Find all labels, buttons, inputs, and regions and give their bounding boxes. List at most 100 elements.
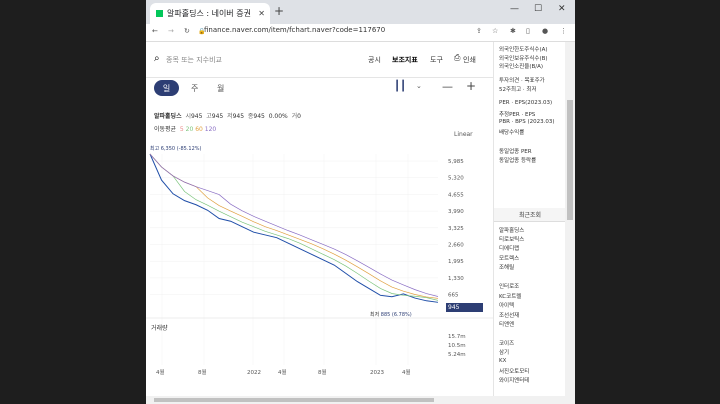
stock-name: 알파홀딩스 bbox=[154, 113, 182, 120]
ma-20: 20 bbox=[185, 126, 194, 133]
info-row: 투자의견 · 목표주가 bbox=[499, 78, 545, 84]
y-tick-label: 4,655 bbox=[448, 192, 464, 198]
price-chart[interactable]: 5,985 5,320 4,655 3,990 3,325 2,660 1,995 1,330… bbox=[146, 150, 493, 400]
address-bar: ← → ↻ 🔒 finance.naver.com/item/fchart.na… bbox=[146, 24, 575, 42]
ma-line bbox=[149, 153, 439, 301]
recent-item[interactable]: 아이텍 bbox=[499, 301, 514, 309]
info-row: 추정PER · EPS bbox=[499, 112, 536, 118]
ma-line bbox=[149, 153, 439, 297]
volume-value: 0 bbox=[297, 113, 301, 120]
recent-header: 최근조회 bbox=[494, 208, 565, 222]
horizontal-scrollbar-thumb[interactable] bbox=[154, 398, 434, 402]
forward-icon[interactable]: → bbox=[168, 27, 174, 35]
tools-button[interactable]: 도구 bbox=[430, 55, 443, 65]
ma-5: 5 bbox=[179, 126, 184, 133]
x-tick-label: 4월 bbox=[402, 368, 411, 376]
ma-legend: 이동평균 5 20 60 120 bbox=[154, 124, 216, 133]
recent-item[interactable]: 조선선재 bbox=[499, 311, 519, 319]
volume-tick-label: 5.24m bbox=[448, 352, 466, 358]
extensions-icon[interactable]: ✱ bbox=[510, 27, 516, 35]
recent-item[interactable]: 티로보틱스 bbox=[499, 235, 524, 243]
info-row: 외국인보유주식수(B) bbox=[499, 56, 548, 62]
open-value: 945 bbox=[190, 113, 203, 120]
period-day-tab[interactable]: 일 bbox=[154, 80, 179, 96]
info-row: 배당수익률 bbox=[499, 130, 525, 136]
naver-favicon-icon bbox=[156, 10, 163, 17]
scale-select[interactable]: Linear bbox=[454, 131, 473, 138]
recent-item[interactable]: 인터로조 bbox=[499, 282, 519, 290]
info-row: 52주최고 · 최저 bbox=[499, 87, 537, 93]
y-tick-label: 2,660 bbox=[448, 243, 464, 249]
print-icon[interactable]: ⎙ bbox=[454, 53, 460, 63]
share-icon[interactable]: ⇪ bbox=[476, 27, 482, 35]
info-row: PBR · BPS (2023.03) bbox=[499, 119, 555, 125]
close-tab-icon[interactable]: ✕ bbox=[258, 9, 265, 18]
minimize-button[interactable]: — bbox=[510, 4, 519, 14]
low-annotation-label: 최저 bbox=[370, 312, 380, 318]
menu-icon[interactable]: ⋮ bbox=[560, 27, 567, 35]
tab-naver-finance[interactable]: 알파홀딩스 : 네이버 증권 ✕ bbox=[150, 3, 270, 24]
x-tick-label: 2023 bbox=[370, 370, 384, 376]
search-input[interactable]: 종목 또는 지수비교 bbox=[166, 55, 222, 65]
x-tick-label: 8월 bbox=[318, 368, 327, 376]
low-value: 945 bbox=[232, 113, 245, 120]
back-icon[interactable]: ← bbox=[152, 27, 158, 35]
x-tick-label: 8월 bbox=[198, 368, 207, 376]
recent-item[interactable]: 티앤엔 bbox=[499, 320, 514, 328]
info-row: 외국인한도주식수(A) bbox=[499, 47, 548, 53]
volume-title: 거래량 bbox=[151, 325, 168, 332]
price-badge: 945 bbox=[446, 303, 483, 312]
y-tick-label: 3,990 bbox=[448, 209, 464, 215]
zoom-out-button[interactable]: — bbox=[442, 80, 453, 93]
y-tick-label: 1,995 bbox=[448, 259, 464, 265]
low-annotation-value: 885 (6.78%) bbox=[380, 312, 412, 318]
recent-item[interactable]: 모트렉스 bbox=[499, 254, 519, 262]
y-tick-label: 1,330 bbox=[448, 276, 464, 282]
search-icon[interactable]: ⌕ bbox=[154, 53, 160, 64]
x-tick-label: 4월 bbox=[156, 368, 165, 376]
url-field[interactable]: finance.naver.com/item/fchart.naver?code… bbox=[204, 26, 385, 34]
stock-info-row: 알파홀딩스 시945 고945 저945 종945 0.00% 거0 bbox=[154, 111, 301, 120]
browser-window: 알파홀딩스 : 네이버 증권 ✕ + — ☐ ✕ ← → ↻ 🔒 finance… bbox=[146, 0, 575, 404]
recent-item[interactable]: 조해릴 bbox=[499, 263, 514, 271]
candle-chart-icon[interactable]: ┃┃ bbox=[394, 81, 406, 92]
high-value: 945 bbox=[211, 113, 224, 120]
info-row: 동일업종 등락률 bbox=[499, 158, 537, 164]
recent-item[interactable]: KC코트렐 bbox=[499, 292, 521, 300]
y-tick-label: 5,320 bbox=[448, 176, 464, 182]
info-row: 동일업종 PER bbox=[499, 149, 532, 155]
y-tick-label: 5,985 bbox=[448, 159, 464, 165]
recent-item[interactable]: 서진오토모티 bbox=[499, 367, 529, 375]
period-month-tab[interactable]: 월 bbox=[217, 83, 224, 94]
search-bar: ⌕ 종목 또는 지수비교 공시 보조지표 도구 ⎙ 인쇄 bbox=[146, 42, 493, 78]
chevron-down-icon[interactable]: ⌄ bbox=[416, 82, 422, 90]
bookmark-star-icon[interactable]: ☆ bbox=[492, 27, 498, 35]
recent-item[interactable]: 와이지엔터테 bbox=[499, 376, 529, 384]
period-week-tab[interactable]: 주 bbox=[191, 83, 198, 94]
recent-item[interactable]: 디에디랩 bbox=[499, 244, 519, 252]
print-button[interactable]: 인쇄 bbox=[463, 55, 476, 65]
recent-item[interactable]: KX bbox=[499, 358, 506, 364]
recent-item[interactable]: 코이즈 bbox=[499, 339, 514, 347]
x-tick-label: 2022 bbox=[247, 370, 261, 376]
ma-label: 이동평균 bbox=[154, 126, 177, 133]
indicators-button[interactable]: 보조지표 bbox=[392, 55, 418, 65]
recent-item[interactable]: 삼기 bbox=[499, 348, 509, 356]
tab-title: 알파홀딩스 : 네이버 증권 bbox=[167, 9, 251, 18]
maximize-button[interactable]: ☐ bbox=[534, 4, 542, 14]
volume-tick-label: 10.5m bbox=[448, 343, 466, 349]
profile-avatar-icon[interactable]: ● bbox=[542, 27, 548, 35]
recent-item[interactable]: 알파홀딩스 bbox=[499, 226, 524, 234]
scrollbar-thumb[interactable] bbox=[567, 100, 573, 220]
close-window-button[interactable]: ✕ bbox=[558, 4, 566, 14]
disclosure-button[interactable]: 공시 bbox=[368, 55, 381, 65]
change-value: 0.00% bbox=[268, 113, 288, 120]
sidepanel-icon[interactable]: ▯ bbox=[526, 27, 530, 35]
low-annotation: 최저 885 (6.78%) bbox=[370, 311, 412, 318]
new-tab-button[interactable]: + bbox=[274, 4, 284, 18]
y-tick-label: 665 bbox=[448, 293, 459, 299]
zoom-in-button[interactable]: + bbox=[466, 79, 476, 93]
reload-icon[interactable]: ↻ bbox=[184, 27, 190, 35]
info-row: 외국인소진율(B/A) bbox=[499, 64, 544, 70]
x-tick-label: 4월 bbox=[278, 368, 287, 376]
